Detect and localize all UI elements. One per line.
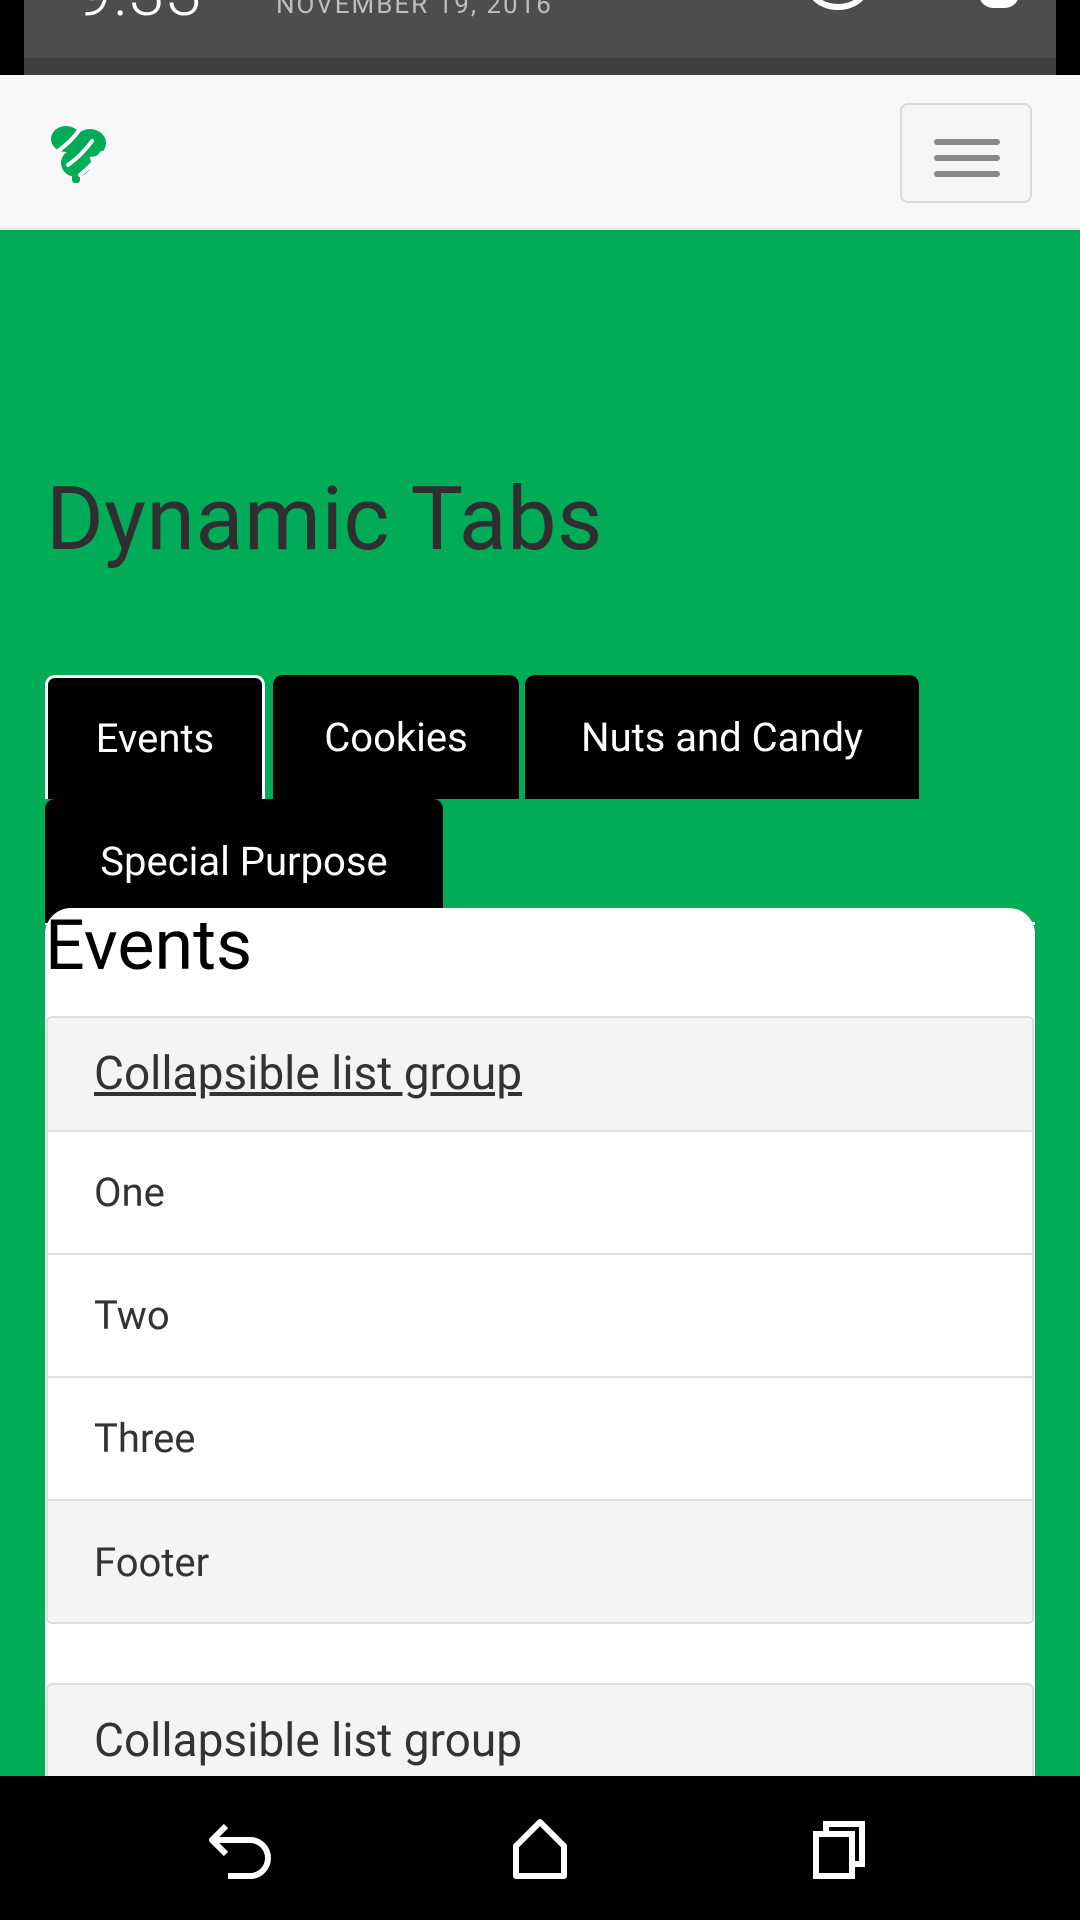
tab-nuts-and-candy[interactable]: Nuts and Candy bbox=[525, 675, 919, 799]
settings-icon[interactable] bbox=[808, 0, 868, 10]
trefoil-logo-icon[interactable] bbox=[46, 121, 112, 183]
back-icon[interactable] bbox=[192, 1800, 292, 1896]
menu-toggle-button[interactable] bbox=[900, 103, 1032, 203]
tab-panel-events: Events Collapsible list group One Two Th… bbox=[45, 908, 1035, 1776]
tab-events[interactable]: Events bbox=[45, 675, 265, 799]
list-group-footer: Footer bbox=[48, 1501, 1032, 1622]
recents-icon[interactable] bbox=[790, 1800, 890, 1896]
page-title: Dynamic Tabs bbox=[46, 468, 603, 571]
list-item[interactable]: Three bbox=[48, 1378, 1032, 1501]
notification-shade[interactable]: 9:33 NOVEMBER 19, 2016 bbox=[24, 0, 1056, 82]
list-item[interactable]: Two bbox=[48, 1255, 1032, 1378]
shade-time: 9:33 bbox=[76, 0, 204, 31]
shade-date: NOVEMBER 19, 2016 bbox=[276, 0, 553, 20]
list-group-header: Collapsible list group bbox=[48, 1685, 1032, 1776]
collapsible-list-group: Collapsible list group One Two Three Foo… bbox=[46, 1016, 1034, 1624]
web-page: Dynamic Tabs Events Cookies Nuts and Can… bbox=[0, 75, 1080, 1776]
system-nav-bar bbox=[0, 1776, 1080, 1920]
collapse-toggle-link[interactable]: Collapsible list group bbox=[94, 1714, 522, 1768]
list-item[interactable]: One bbox=[48, 1132, 1032, 1255]
user-icon[interactable] bbox=[979, 0, 1019, 8]
panel-title: Events bbox=[45, 905, 253, 987]
tab-bar: Events Cookies Nuts and Candy Special Pu… bbox=[45, 600, 1035, 925]
collapsible-list-group: Collapsible list group bbox=[46, 1683, 1034, 1776]
tab-cookies[interactable]: Cookies bbox=[273, 675, 519, 799]
list-group-header: Collapsible list group bbox=[48, 1018, 1032, 1132]
home-icon[interactable] bbox=[490, 1800, 590, 1896]
collapse-toggle-link[interactable]: Collapsible list group bbox=[94, 1047, 522, 1101]
top-navbar bbox=[0, 75, 1080, 230]
